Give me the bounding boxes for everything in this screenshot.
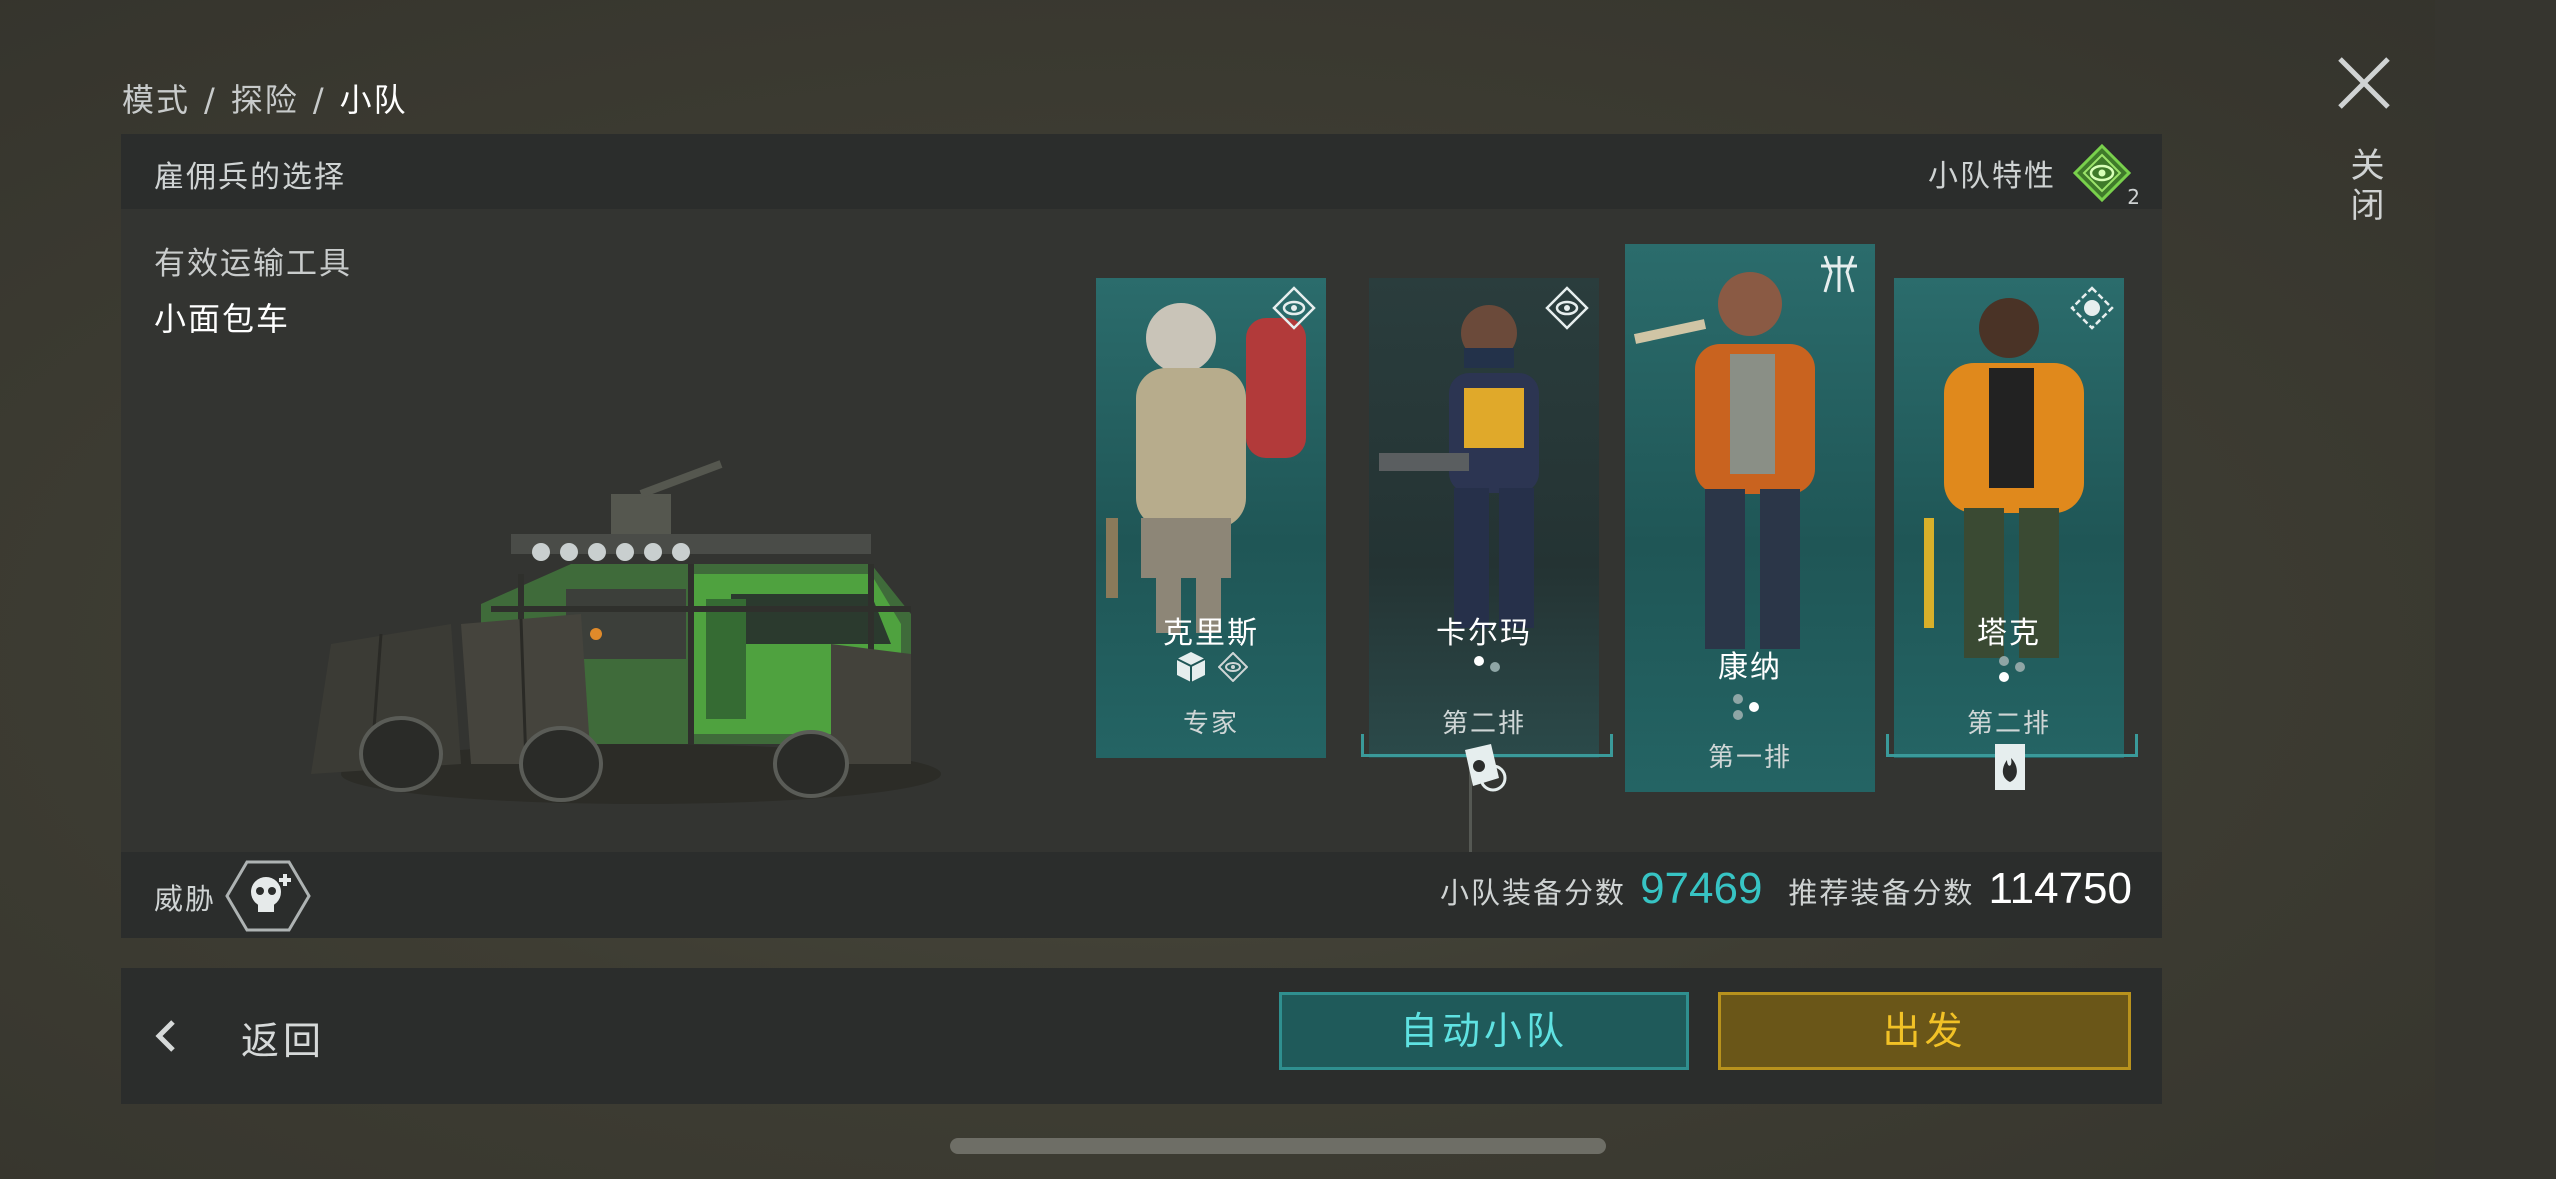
score-summary: 小队装备分数 97469 推荐装备分数 114750 [1440,864,2132,914]
row-position-dots [1369,656,1599,686]
squad-card-connor[interactable]: 康纳 第一排 [1625,244,1875,792]
squad-card-tucker[interactable]: 塔克 第二排 [1894,278,2124,758]
character-portrait [1379,305,1539,628]
breadcrumb-separator: / [312,81,326,119]
squad-member-name: 卡尔玛 [1436,616,1532,651]
bottom-action-bar: 返回 自动小队 出发 [121,968,2162,1104]
squad-member-role: 专家 [1182,709,1239,739]
squad-member-role: 第一排 [1707,743,1792,773]
squad-card-karma[interactable]: 卡尔玛 第二排 [1369,278,1599,758]
chevron-left-icon[interactable] [151,1016,181,1056]
squad-member-name: 康纳 [1718,650,1782,685]
squad-panel: 雇佣兵的选择 小队特性 2 有效运输工具 小面包车 克里斯 专家 卡尔玛 第二排… [121,134,2162,938]
depart-button[interactable]: 出发 [1718,992,2131,1070]
home-indicator[interactable] [950,1138,1606,1154]
cube-icon [1176,652,1206,682]
squad-traits-count: 2 [2127,185,2140,209]
breadcrumb: 模式 / 探险 / 小队 [122,75,408,121]
vehicle-image [311,460,941,804]
threat-label: 威胁 [154,882,217,916]
row-dot [1474,656,1484,666]
row-dot [1999,672,2009,682]
panel-header: 雇佣兵的选择 小队特性 2 [121,134,2162,209]
auto-squad-button[interactable]: 自动小队 [1279,992,1689,1070]
close-label[interactable]: 关闭 [2340,147,2389,227]
panel-title: 雇佣兵的选择 [154,160,346,195]
row-position-dots [1625,694,1875,724]
close-icon[interactable] [2336,55,2392,111]
character-portrait [1924,298,2084,658]
eye-icon [1218,652,1248,682]
right-edge-strip [2435,0,2556,1179]
breadcrumb-item-expedition[interactable]: 探险 [231,81,299,119]
squad-member-name: 克里斯 [1163,616,1259,651]
row-dot [1733,694,1743,704]
row-dot [1749,702,1759,712]
row-dot [1490,662,1500,672]
vehicle-name: 小面包车 [154,300,291,338]
row-dot [2015,662,2025,672]
squad-score-value: 97469 [1640,864,1763,913]
breadcrumb-item-mode[interactable]: 模式 [122,81,190,119]
breadcrumb-separator: / [204,81,217,119]
back-label[interactable]: 返回 [241,1010,325,1065]
character-portrait [1106,303,1306,633]
squad-score-label: 小队装备分数 [1440,876,1627,910]
eye-hex-icon[interactable]: 2 [2072,143,2140,209]
grenade-icon [1465,744,1507,792]
skull-hex-icon[interactable] [225,858,311,934]
eye-icon [1545,286,1589,330]
close-button[interactable]: 关闭 [2330,55,2400,245]
squad-traits[interactable]: 小队特性 2 [1928,143,2140,209]
squad-member-name: 塔克 [1977,616,2041,651]
row-position-dots [1894,656,2124,686]
row-dot [1733,710,1743,720]
transport-label: 有效运输工具 [154,246,352,282]
recommended-score-label: 推荐装备分数 [1788,876,1975,910]
eye-icon [1272,286,1316,330]
grenade-icon [2070,286,2114,330]
squad-card-chris[interactable]: 克里斯 专家 [1096,278,1326,758]
panel-footer: 威胁 小队装备分数 97469 推荐装备分数 114750 [121,852,2162,938]
squad-traits-label[interactable]: 小队特性 [1928,151,2056,195]
row-dot [1999,656,2009,666]
breadcrumb-item-squad: 小队 [339,81,408,119]
fire-icon [1995,744,2025,790]
claw-icon [1821,255,1857,293]
recommended-score-value: 114750 [1988,864,2132,913]
